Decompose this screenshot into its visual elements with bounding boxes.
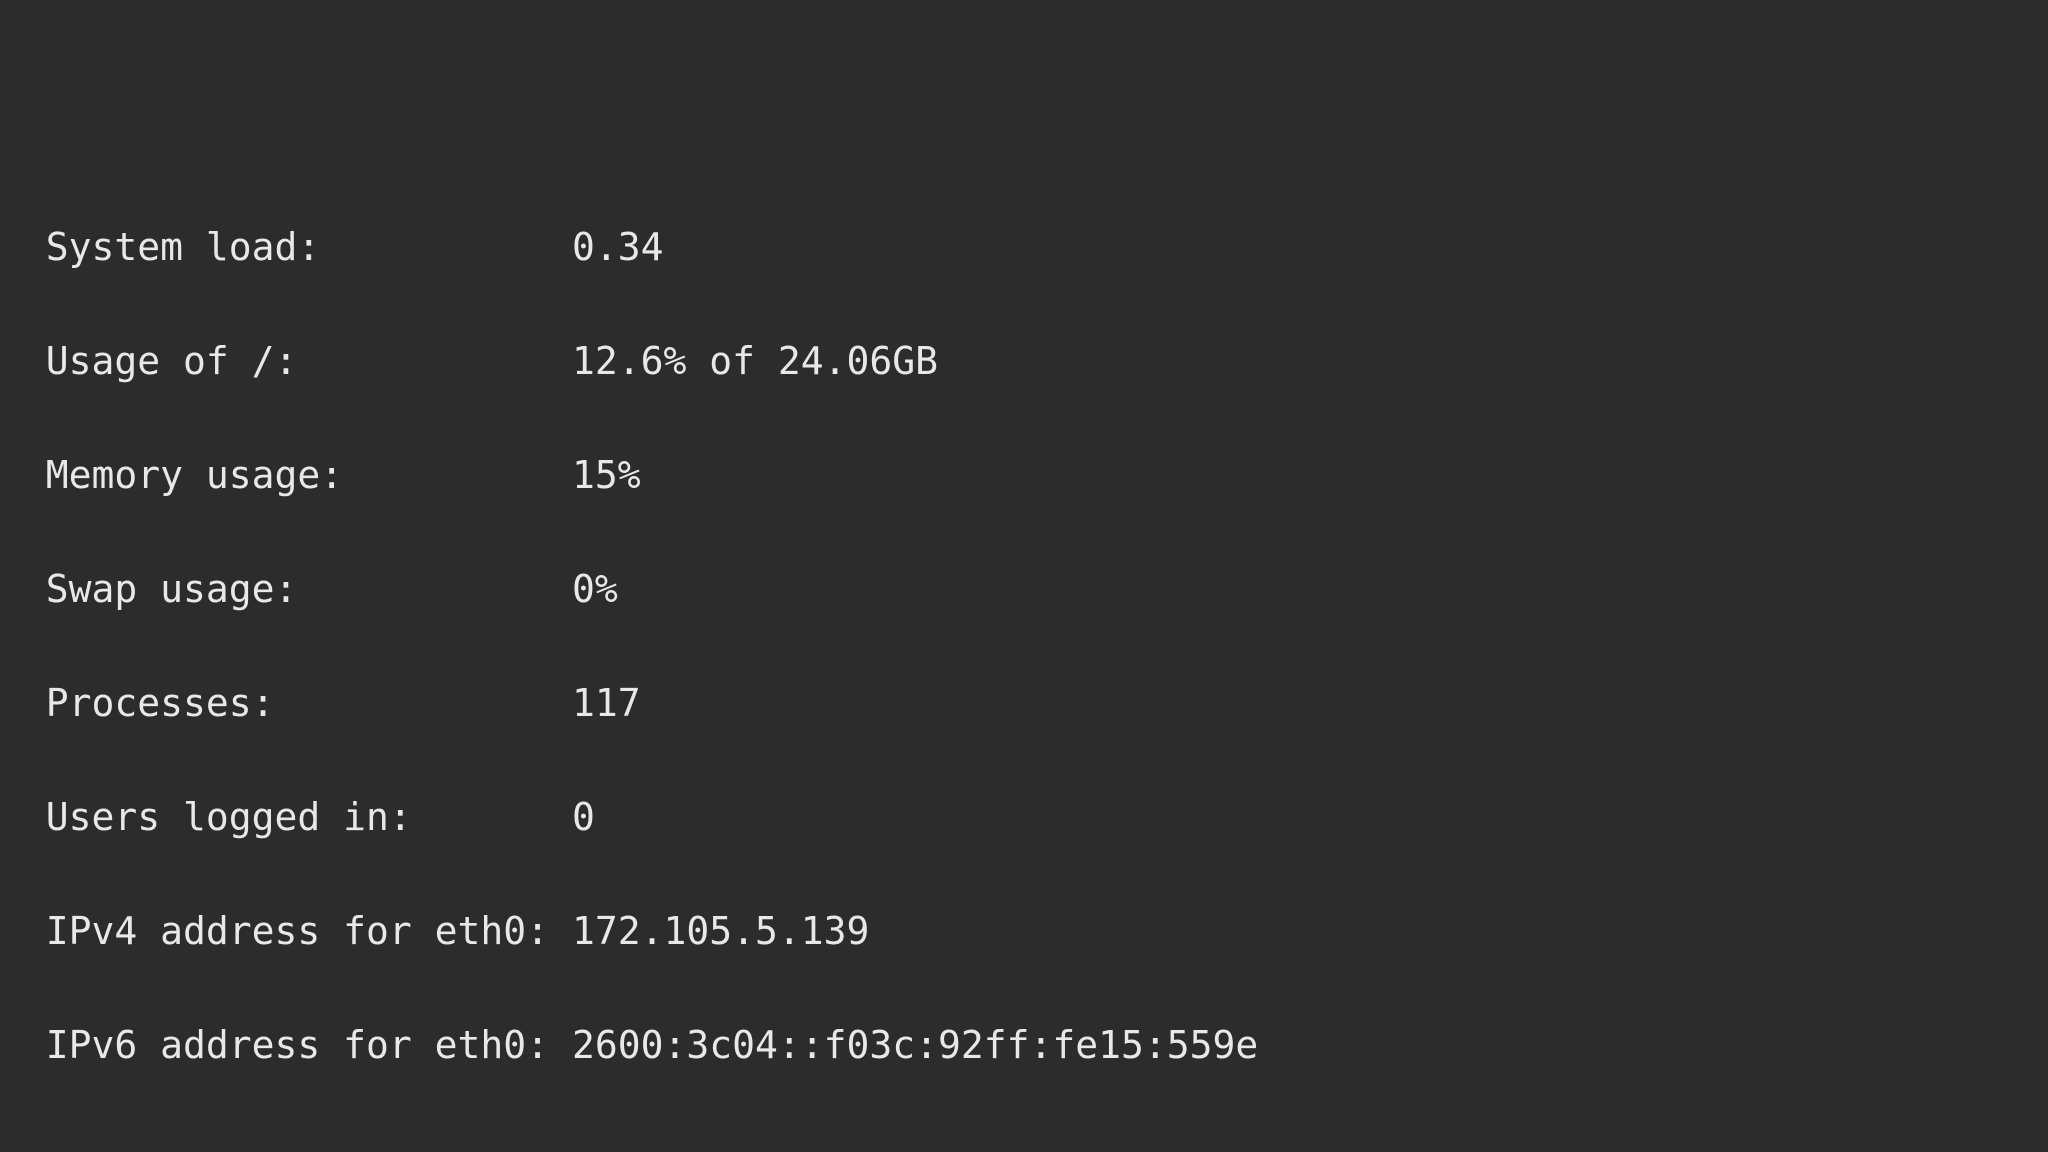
stat-users-logged-in: Users logged in: 0 (0, 798, 2048, 836)
stat-ipv4: IPv4 address for eth0: 172.105.5.139 (0, 912, 2048, 950)
stat-value: 0% (572, 570, 618, 608)
stat-label: Swap usage: (0, 570, 572, 608)
stat-label: System load: (0, 228, 572, 266)
stat-ipv6: IPv6 address for eth0: 2600:3c04::f03c:9… (0, 1026, 2048, 1064)
stat-value: 172.105.5.139 (572, 912, 869, 950)
stat-memory-usage: Memory usage: 15% (0, 456, 2048, 494)
stat-label: Users logged in: (0, 798, 572, 836)
stat-disk-usage: Usage of /: 12.6% of 24.06GB (0, 342, 2048, 380)
terminal-output[interactable]: System load: 0.34 Usage of /: 12.6% of 2… (0, 0, 2048, 1152)
stat-label: Usage of /: (0, 342, 572, 380)
stat-value: 0 (572, 798, 595, 836)
stat-value: 117 (572, 684, 641, 722)
stat-label: IPv4 address for eth0: (0, 912, 572, 950)
stat-processes: Processes: 117 (0, 684, 2048, 722)
stat-value: 0.34 (572, 228, 664, 266)
stat-value: 2600:3c04::f03c:92ff:fe15:559e (572, 1026, 1258, 1064)
stat-value: 12.6% of 24.06GB (572, 342, 938, 380)
stat-label: IPv6 address for eth0: (0, 1026, 572, 1064)
stat-label: Memory usage: (0, 456, 572, 494)
stat-swap-usage: Swap usage: 0% (0, 570, 2048, 608)
stat-system-load: System load: 0.34 (0, 228, 2048, 266)
stat-value: 15% (572, 456, 641, 494)
stat-label: Processes: (0, 684, 572, 722)
